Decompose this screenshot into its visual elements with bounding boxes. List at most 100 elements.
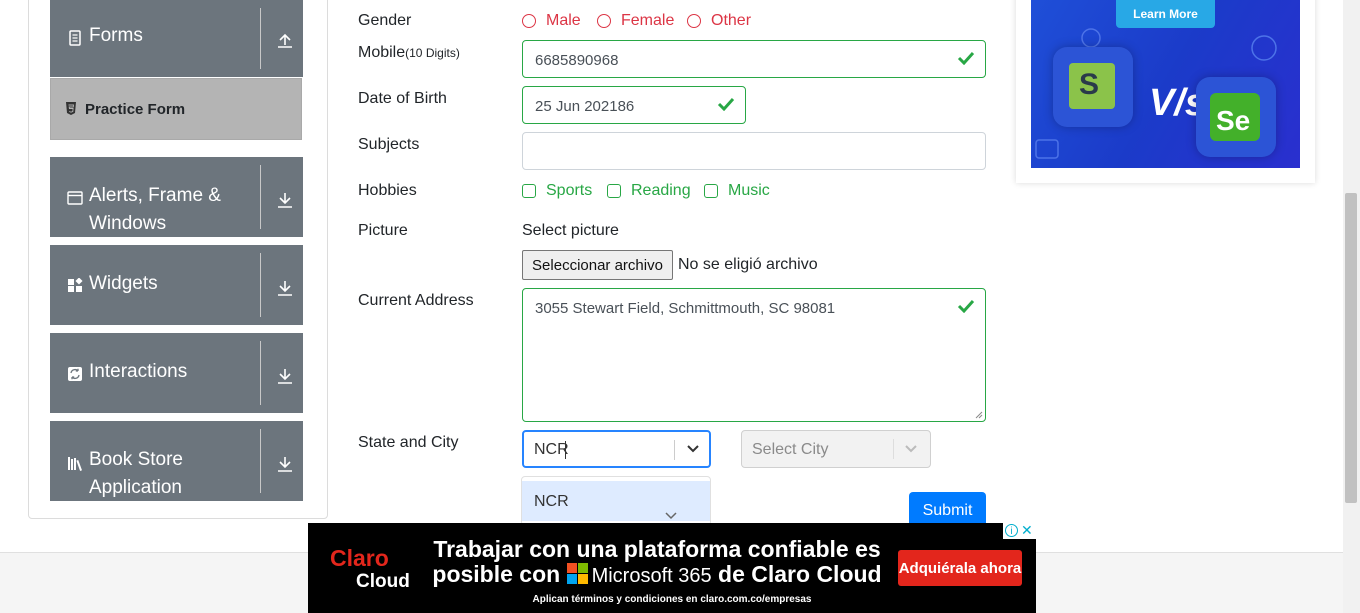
state-select[interactable]: NCR: [522, 430, 711, 468]
radio-circle-icon: [597, 14, 611, 28]
check-icon: [717, 97, 735, 111]
city-placeholder: Select City: [752, 441, 829, 458]
divider: [260, 165, 261, 229]
dob-field[interactable]: 25 Jun 202186: [522, 86, 746, 124]
option-label: NCR: [534, 493, 569, 510]
close-icon[interactable]: ✕: [1021, 523, 1033, 538]
chevron-down-icon[interactable]: [686, 442, 700, 456]
mobile-value: 6685890968: [535, 52, 619, 69]
gender-radio-female[interactable]: Female: [597, 12, 674, 30]
state-city-label: State and City: [358, 434, 459, 451]
radio-label: Male: [546, 12, 581, 29]
books-icon: [68, 457, 82, 471]
divider: [674, 440, 675, 460]
sidebar-group-label: Widgets: [89, 273, 158, 294]
sidebar-group-label: Alerts, Frame &: [89, 185, 221, 206]
learn-more-button[interactable]: Learn More: [1116, 0, 1215, 28]
hobby-checkbox-reading[interactable]: Reading: [607, 182, 691, 200]
divider: [893, 439, 894, 459]
subjects-label: Subjects: [358, 136, 420, 153]
picture-label: Picture: [358, 222, 408, 239]
checkbox-icon: [607, 184, 621, 198]
hobby-checkbox-music[interactable]: Music: [704, 182, 770, 200]
selenium-logo: Se: [1196, 77, 1276, 157]
hobby-checkbox-sports[interactable]: Sports: [522, 182, 592, 200]
checkbox-label: Music: [728, 182, 770, 199]
mobile-label: Mobile(10 Digits): [358, 44, 460, 61]
form-icon: [69, 30, 81, 46]
divider: [260, 8, 261, 69]
checkbox-label: Reading: [631, 182, 691, 199]
gender-radio-other[interactable]: Other: [687, 12, 751, 30]
ad-top-banner[interactable]: Learn More S V/s Se: [1031, 0, 1300, 168]
checkbox-icon: [522, 184, 536, 198]
hobbies-label: Hobbies: [358, 182, 417, 199]
arrow-down-icon[interactable]: [276, 367, 294, 385]
katalon-logo: S: [1053, 47, 1133, 127]
dob-value: 25 Jun 202186: [535, 98, 635, 115]
sidebar-group-forms[interactable]: Forms: [50, 0, 303, 77]
radio-label: Female: [621, 12, 675, 29]
divider: [260, 429, 261, 493]
state-value: NCR: [534, 441, 569, 458]
ad-headline: Trabajar con una plataforma confiable es…: [432, 536, 882, 588]
dob-label: Date of Birth: [358, 90, 447, 107]
subjects-input[interactable]: [522, 132, 986, 170]
widgets-icon: [68, 278, 83, 292]
gender-label: Gender: [358, 12, 412, 29]
html5-icon: [66, 102, 76, 115]
sidebar-group-widgets[interactable]: Widgets: [50, 245, 303, 325]
select-picture-text: Select picture: [522, 222, 619, 239]
arrow-down-icon[interactable]: [276, 455, 294, 473]
info-icon[interactable]: i: [1005, 524, 1018, 537]
logo-letter: Se: [1216, 105, 1251, 136]
microsoft-logo-icon: [566, 563, 589, 585]
arrow-down-icon[interactable]: [276, 279, 294, 297]
ad-cta-button[interactable]: Adquiérala ahora: [898, 550, 1022, 586]
address-textarea[interactable]: 3055 Stewart Field, Schmittmouth, SC 980…: [522, 288, 986, 422]
interactions-icon: [68, 367, 82, 381]
radio-circle-icon: [687, 14, 701, 28]
sidebar-group-label: Book Store: [89, 449, 183, 470]
gender-radio-male[interactable]: Male: [522, 12, 581, 30]
ad-bottom-banner[interactable]: Claro Cloud Trabajar con una plataforma …: [308, 523, 1036, 613]
resize-handle-icon[interactable]: [975, 411, 983, 419]
checkbox-icon: [704, 184, 718, 198]
sidebar-group-label-line2: Windows: [89, 213, 167, 234]
ad-choices[interactable]: i ✕: [1003, 523, 1036, 539]
address-value: 3055 Stewart Field, Schmittmouth, SC 980…: [535, 300, 836, 317]
address-label: Current Address: [358, 292, 474, 309]
claro-cloud-logo: Claro Cloud: [330, 541, 410, 592]
sidebar-group-label: Forms: [89, 25, 143, 46]
scrollbar-thumb[interactable]: [1345, 193, 1357, 503]
sidebar-group-alerts[interactable]: Alerts, Frame & Windows: [50, 157, 303, 237]
radio-label: Other: [711, 12, 752, 29]
sidebar-item-practice-form[interactable]: Practice Form: [50, 78, 302, 140]
chevron-down-icon: [665, 512, 677, 520]
radio-circle-icon: [522, 14, 536, 28]
choose-file-button[interactable]: Seleccionar archivo: [522, 250, 673, 280]
text-caret: [565, 441, 566, 459]
window-icon: [67, 191, 83, 205]
arrow-up-icon[interactable]: [276, 31, 294, 49]
brand-top: Claro: [330, 545, 389, 571]
file-status: No se eligió archivo: [678, 256, 818, 273]
arrow-down-icon[interactable]: [276, 191, 294, 209]
ad-footnote: Aplican términos y condiciones en claro.…: [532, 594, 812, 605]
city-select[interactable]: Select City: [741, 430, 931, 468]
check-icon: [957, 51, 975, 65]
sidebar-group-label: Interactions: [89, 361, 188, 382]
check-icon: [957, 299, 975, 313]
sidebar-group-label-line2: Application: [89, 477, 182, 498]
state-option-ncr[interactable]: NCR: [522, 481, 710, 521]
checkbox-label: Sports: [546, 182, 593, 199]
chevron-down-icon[interactable]: [904, 442, 918, 456]
sidebar-item-label: Practice Form: [85, 101, 186, 118]
sidebar-group-book-store[interactable]: Book Store Application: [50, 421, 303, 501]
logo-letter: S: [1079, 68, 1100, 101]
divider: [260, 341, 261, 405]
mobile-field[interactable]: 6685890968: [522, 40, 986, 78]
state-dropdown-menu: NCR: [521, 476, 711, 526]
divider: [260, 253, 261, 317]
sidebar-group-interactions[interactable]: Interactions: [50, 333, 303, 413]
